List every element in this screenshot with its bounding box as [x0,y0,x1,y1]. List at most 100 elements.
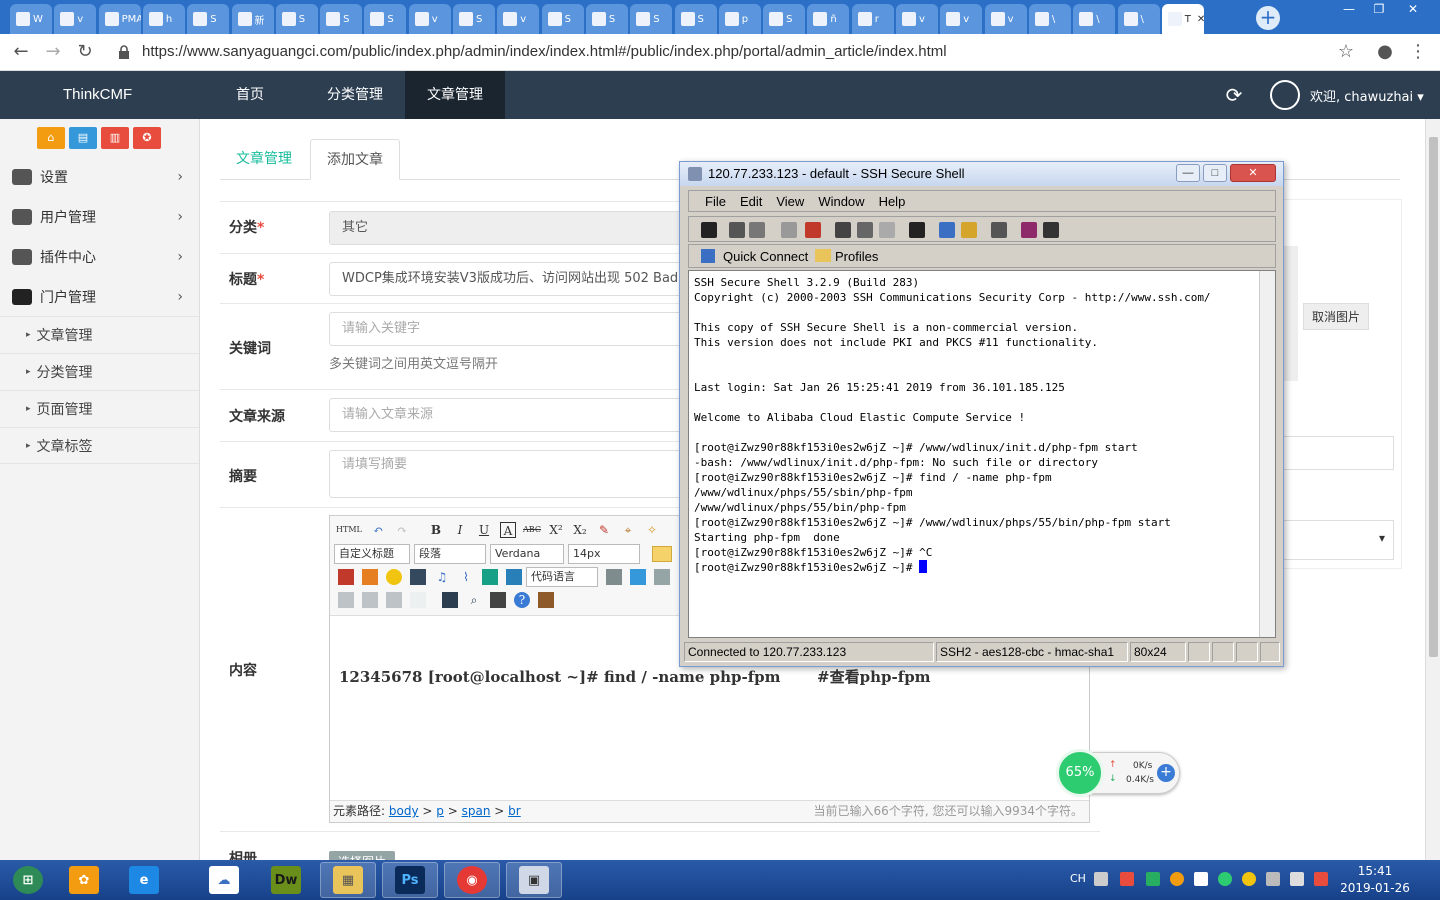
summary-field[interactable]: 请填写摘要 [329,450,689,498]
emoticon-icon[interactable] [386,569,402,585]
profiles-button[interactable]: Profiles [835,249,878,264]
system-clock[interactable]: 15:41 2019-01-26 [1340,863,1410,897]
title-style-select[interactable]: 自定义标题 [334,544,410,564]
file-transfer-icon[interactable] [961,222,977,238]
print-icon[interactable] [442,592,458,608]
sidebar-item-portal[interactable]: 门户管理 › [0,277,199,317]
tab-article-list[interactable]: 文章管理 [220,139,308,180]
bookmark-star-icon[interactable]: ☆ [1335,42,1357,64]
table-col-icon[interactable] [386,592,402,608]
profile-icon[interactable]: ● [1374,42,1396,64]
code-language-select[interactable]: 代码语言 [526,567,598,587]
connect-icon[interactable] [781,222,797,238]
trash-icon[interactable]: ▥ [101,127,129,149]
recycle-icon[interactable]: ✪ [133,127,161,149]
browser-tab[interactable]: r [851,4,894,34]
quick-connect-button[interactable]: Quick Connect [723,249,808,264]
sidebar-item-settings[interactable]: 设置 › [0,157,199,197]
tray-app-icon[interactable] [1242,872,1256,886]
browser-tab[interactable]: v [896,4,938,34]
subscript-icon[interactable]: X₂ [572,522,588,538]
notification-icon[interactable] [1194,872,1208,886]
menu-help[interactable]: Help [879,194,906,209]
paste-disabled-icon[interactable] [879,222,895,238]
paste-icon[interactable] [857,222,873,238]
html-source-icon[interactable]: HTML [336,522,362,538]
taskbar-explorer[interactable]: ▦ [320,862,376,898]
browser-tab[interactable]: S [187,4,230,34]
tray-app-icon[interactable] [1120,872,1134,886]
browser-tab[interactable]: v [940,4,983,34]
underline-icon[interactable]: U [476,522,492,538]
menu-more-icon[interactable]: ⋮ [1407,42,1429,64]
terminal-scrollbar[interactable] [1259,271,1275,637]
path-br-link[interactable]: br [508,804,521,818]
browser-tab[interactable]: S [674,4,717,34]
browser-tab[interactable]: S [585,4,628,34]
browser-tab[interactable]: S [364,4,407,34]
table-delete-icon[interactable] [410,592,426,608]
close-window-button[interactable]: ✕ [1398,0,1428,20]
browser-tab[interactable]: ñ [807,4,850,34]
video-icon[interactable] [410,569,426,585]
new-terminal-icon[interactable] [939,222,955,238]
bluetooth-icon[interactable] [1266,872,1280,886]
italic-icon[interactable]: I [452,522,468,538]
back-button[interactable]: ← [10,42,32,64]
find-replace-icon[interactable] [490,592,506,608]
taskbar-app-1[interactable]: ✿ [56,862,112,898]
print-preview-icon[interactable] [749,222,765,238]
page-break-icon[interactable] [606,569,622,585]
browser-tab-active[interactable]: T ✕ [1161,4,1204,34]
paragraph-select[interactable]: 段落 [414,544,486,564]
minimize-button[interactable]: — [1334,0,1364,20]
multi-image-icon[interactable] [362,569,378,585]
nav-category[interactable]: 分类管理 [318,71,392,119]
taskbar-chrome[interactable]: ◉ [444,862,500,898]
browser-tab[interactable]: v [54,4,97,34]
browser-tab[interactable]: W [10,4,52,34]
drafts-icon[interactable] [538,592,554,608]
template-icon[interactable] [630,569,646,585]
eraser-icon[interactable]: ✎ [596,522,612,538]
scrollbar-thumb[interactable] [1429,137,1438,657]
browser-tab[interactable]: S [275,4,318,34]
browser-tab[interactable]: v [984,4,1027,34]
maximize-button[interactable]: ❐ [1364,0,1394,20]
taskbar-dreamweaver[interactable]: Dw [258,862,314,898]
keyboard-icon[interactable] [1094,872,1108,886]
browser-tab[interactable]: S [320,4,363,34]
print-icon[interactable] [729,222,745,238]
user-menu[interactable]: 欢迎, chawuzhai ▾ [1270,80,1424,110]
font-family-select[interactable]: Verdana [490,544,564,564]
browser-tab[interactable]: \ [1073,4,1116,34]
tab-add-article[interactable]: 添加文章 [310,139,400,180]
tray-app-icon[interactable] [1170,872,1184,886]
context-help-icon[interactable] [1043,222,1059,238]
right-input-field[interactable] [1284,436,1394,470]
taskbar-ie[interactable]: e [116,862,172,898]
browser-tab[interactable]: S [453,4,495,34]
menu-file[interactable]: File [705,194,726,209]
path-p-link[interactable]: p [436,804,444,818]
volume-icon[interactable] [1314,872,1328,886]
taskbar-ssh[interactable]: ▣ [506,862,562,898]
keywords-field[interactable]: 请输入关键字 [329,312,689,346]
path-body-link[interactable]: body [389,804,419,818]
find-icon[interactable] [909,222,925,238]
table-row-icon[interactable] [362,592,378,608]
reload-button[interactable]: ↻ [74,42,96,64]
auto-format-icon[interactable]: ✧ [644,522,660,538]
new-tab-button[interactable]: + [1256,6,1280,30]
browser-tab[interactable]: PMA [98,4,141,34]
url-field[interactable]: https://www.sanyaguangci.com/public/inde… [142,43,947,60]
terminal[interactable]: SSH Secure Shell 3.2.9 (Build 283) Copyri… [688,270,1276,638]
paragraph-direction-icon[interactable] [652,546,672,562]
ssh-close-button[interactable]: ✕ [1230,164,1276,182]
network-speed-widget[interactable]: 65% 0K/s 0.4K/s ↑ ↓ + [1056,749,1180,797]
sidebar-item-plugins[interactable]: 插件中心 › [0,237,199,277]
menu-view[interactable]: View [776,194,804,209]
disconnect-icon[interactable] [805,222,821,238]
wechat-icon[interactable] [1218,872,1232,886]
source-field[interactable]: 请输入文章来源 [329,398,689,432]
